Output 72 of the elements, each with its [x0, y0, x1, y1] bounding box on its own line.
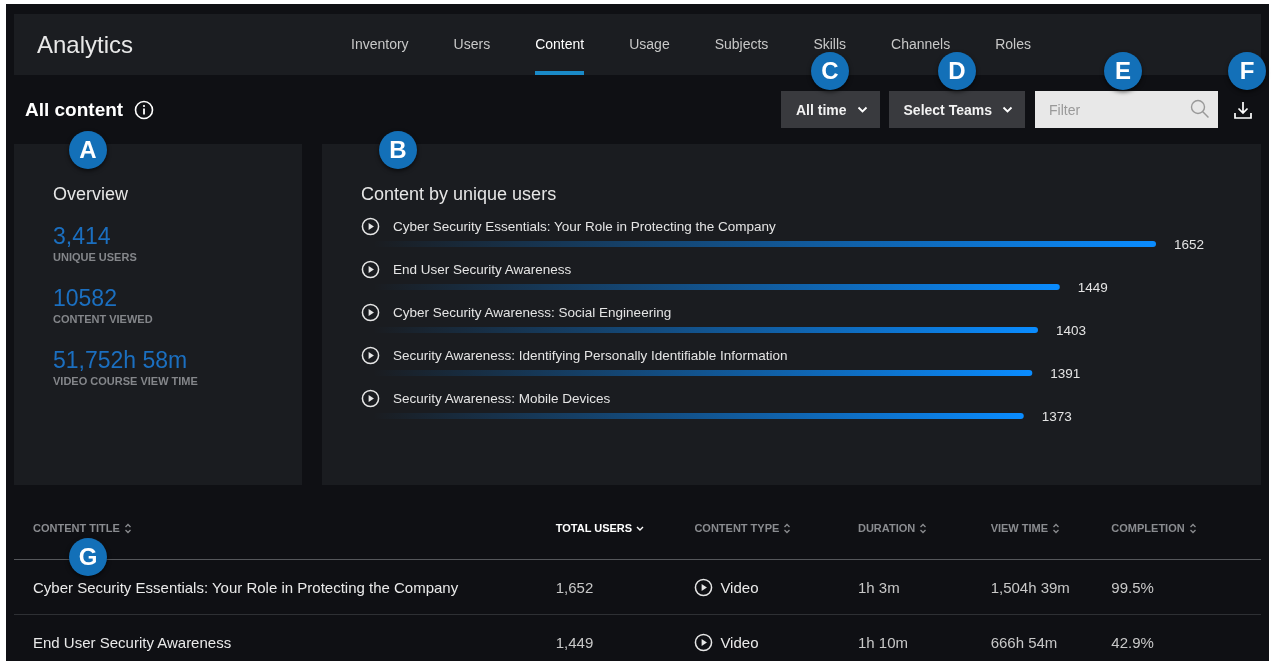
- callout-badge: G: [69, 538, 107, 576]
- info-icon[interactable]: [134, 99, 155, 120]
- column-header[interactable]: TOTAL USERS: [555, 522, 695, 534]
- nav-tab[interactable]: Subjects: [714, 36, 769, 52]
- nav-tab[interactable]: Roles: [995, 36, 1031, 52]
- table-cell-text: 1h 3m: [857, 578, 901, 596]
- table-cell-text: 42.9%: [1111, 633, 1155, 651]
- column-header[interactable]: CONTENT TITLE: [14, 522, 556, 534]
- bar-label: Security Awareness: Mobile Devices: [393, 391, 611, 406]
- stat-value: 51,752h 58m: [53, 347, 189, 373]
- play-icon: [694, 632, 714, 652]
- play-icon: [361, 217, 380, 236]
- filter-field[interactable]: Filter: [1035, 91, 1218, 128]
- stat-value: 10582: [53, 285, 118, 311]
- download-icon[interactable]: [1233, 99, 1253, 120]
- table-cell-text: 1,652: [555, 578, 595, 596]
- callout-badge: F: [1228, 52, 1266, 90]
- table-cell-text: Cyber Security Essentials: Your Role in Protecting the Company: [32, 578, 460, 596]
- callout-badge: B: [379, 131, 417, 169]
- bar-label: Security Awareness: Identifying Personally Identifiable Information: [393, 348, 788, 363]
- table-cell-text: 1,504h 39m: [990, 578, 1071, 596]
- nav-tab[interactable]: Usage: [629, 36, 670, 52]
- caret-icon: [1002, 105, 1013, 114]
- nav-tab[interactable]: Inventory: [351, 36, 409, 52]
- column-header[interactable]: CONTENT TYPE: [694, 522, 858, 534]
- play-icon: [361, 389, 380, 408]
- column-header[interactable]: COMPLETION: [1111, 522, 1261, 534]
- bar-label: Cyber Security Essentials: Your Role in Protecting the Company: [393, 219, 776, 234]
- table-cell-text: 666h 54m: [990, 633, 1059, 651]
- sort-icon[interactable]: [123, 522, 132, 534]
- sort-icon[interactable]: [919, 522, 928, 534]
- column-header[interactable]: DURATION: [857, 522, 991, 534]
- stat-label: UNIQUE USERS: [53, 251, 138, 263]
- bar-value: 1449: [1077, 280, 1108, 295]
- nav-tab[interactable]: Content: [535, 36, 585, 52]
- bar-label: End User Security Awareness: [393, 262, 572, 277]
- table-cell: Video: [720, 633, 759, 651]
- app-title: Analytics: [37, 30, 135, 59]
- bar-value: 1373: [1041, 409, 1072, 424]
- page-title: All content: [25, 98, 124, 121]
- nav-tab[interactable]: Users: [453, 36, 491, 52]
- chart-title: Content by unique users: [361, 184, 558, 205]
- bar-value: 1391: [1050, 366, 1081, 381]
- stat-label: CONTENT VIEWED: [53, 313, 154, 325]
- sort-icon[interactable]: [783, 522, 792, 534]
- bar-value: 1652: [1174, 237, 1205, 252]
- play-icon: [361, 303, 380, 322]
- table-cell-text: 1h 10m: [857, 633, 909, 651]
- stat-label: VIDEO COURSE VIEW TIME: [53, 375, 199, 387]
- callout-badge: D: [938, 52, 976, 90]
- table-cell-text: 99.5%: [1111, 578, 1155, 596]
- column-header[interactable]: VIEW TIME: [990, 522, 1112, 534]
- bar-label: Cyber Security Awareness: Social Engineering: [393, 305, 672, 320]
- time-range-dropdown[interactable]: All time: [780, 91, 880, 128]
- nav-tab[interactable]: Channels: [891, 36, 951, 52]
- caret-icon: [856, 105, 868, 114]
- callout-badge: C: [811, 52, 849, 90]
- play-icon: [694, 577, 714, 597]
- sort-icon[interactable]: [1052, 522, 1061, 534]
- nav-tab[interactable]: Skills: [813, 36, 847, 52]
- table-cell: Video: [720, 578, 759, 596]
- play-icon: [361, 346, 380, 365]
- table-cell-text: End User Security Awareness: [32, 633, 233, 651]
- callout-badge: A: [69, 131, 107, 169]
- bar-value: 1403: [1056, 323, 1087, 338]
- play-icon: [361, 260, 380, 279]
- sort-icon[interactable]: [1188, 522, 1197, 534]
- callout-badge: E: [1104, 52, 1142, 90]
- teams-dropdown[interactable]: Select Teams: [888, 91, 1025, 128]
- stat-value: 3,414: [53, 223, 112, 249]
- panel-title: Overview: [53, 184, 129, 205]
- table-cell-text: 1,449: [555, 633, 595, 651]
